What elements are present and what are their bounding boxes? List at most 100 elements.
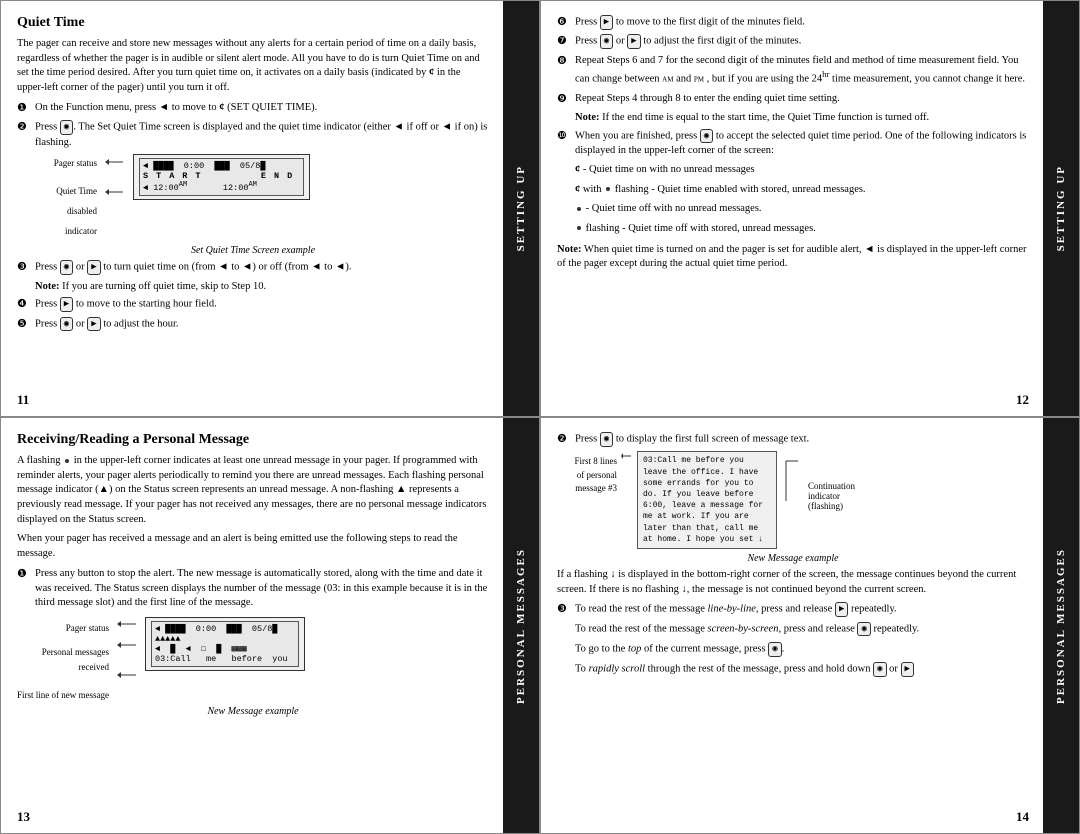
quiet-time-content: Quiet Time The pager can receive and sto… [1, 1, 539, 380]
personal-messages-intro: A flashing in the upper-left corner indi… [17, 454, 489, 527]
setting-step-8: ❽ Repeat Steps 6 and 7 for the second di… [557, 54, 1029, 88]
page-number-12: 12 [1016, 392, 1029, 408]
btn-arrow2: ▶ [60, 297, 73, 312]
panel-personal-messages-left: Receiving/Reading a Personal Message A f… [0, 417, 540, 834]
screen-line-2: START END [143, 171, 300, 181]
indicator-4: flashing - Quiet time off with stored, u… [575, 222, 1029, 237]
message-screen-box: 03:Call me before you leave the office. … [637, 451, 777, 549]
btn-7b: ▶ [627, 34, 640, 49]
personal-messages-right-content: ❷ Press ◉ to display the first full scre… [541, 418, 1079, 797]
setting-up-tab-left: SETTING UP [503, 1, 539, 416]
message-screen-container: First 8 linesof personalmessage #3 03:Ca… [557, 451, 1029, 549]
tab-label-personal-right: PERSONAL MESSAGES [1055, 548, 1067, 704]
quiet-time-step-4: ❹ Press ▶ to move to the starting hour f… [17, 297, 489, 312]
quiet-time-step-3: ❸ Press ◉ or ▶ to turn quiet time on (fr… [17, 260, 489, 275]
page-number-11: 11 [17, 392, 29, 408]
tab-label-personal-left: PERSONAL MESSAGES [515, 548, 527, 704]
msg-line-2: leave the office. I have [643, 467, 771, 478]
indicator-2: ¢ with flashing - Quiet time enabled wit… [575, 183, 1029, 198]
step9-note: Note: If the end time is equal to the st… [575, 111, 1029, 126]
personal-messages-para2: When your pager has received a message a… [17, 532, 489, 561]
indicator-3: - Quiet time off with no unread messages… [575, 202, 1029, 217]
btn-top: ◉ [768, 642, 781, 657]
setting-step-7: ❼ Press ◉ or ▶ to adjust the first digit… [557, 34, 1029, 49]
personal-messages-title: Receiving/Reading a Personal Message [17, 432, 489, 448]
btn-circle: ◉ [60, 260, 73, 275]
btn-circle2: ◉ [60, 317, 73, 332]
msg-line-5: 6:00, leave a message for [643, 500, 771, 511]
diagram-label-personal-msg: Personal messagesreceived [17, 645, 109, 674]
setting-step-9: ❾ Repeat Steps 4 through 8 to enter the … [557, 92, 1029, 107]
msg-line-7: later than that, call me [643, 523, 771, 534]
diagram-label-pager-status2: Pager status [17, 621, 109, 635]
quiet-time-diagram: Pager status Quiet Timedisabledindicator… [17, 154, 489, 241]
button-icon: ◉ [60, 120, 73, 135]
btn-10: ◉ [700, 129, 713, 144]
msg-arrow [621, 451, 633, 461]
btn-7a: ◉ [600, 34, 613, 49]
msg-line-3: some errands for you to [643, 478, 771, 489]
panel-setting-up-right: ❻ Press ▶ to move to the first digit of … [540, 0, 1080, 417]
msg-caption: New Message example [557, 553, 1029, 564]
btn-6: ▶ [600, 15, 613, 30]
continuation-arrow [784, 451, 804, 511]
personal-messages-tab-right: PERSONAL MESSAGES [1043, 418, 1079, 833]
quiet-time-step-1: ❶ On the Function menu, press ◄ to move … [17, 101, 489, 116]
personal-step-3: ❸ To read the rest of the message line-b… [557, 602, 1029, 617]
new-message-screen-inner: ◄ ████ 0:00 ███ 05/8█ ▲▲▲▲▲ ◄ █ ◄ ☐ █ ▦▦… [151, 621, 299, 667]
new-message-screen: ◄ ████ 0:00 ███ 05/8█ ▲▲▲▲▲ ◄ █ ◄ ☐ █ ▦▦… [145, 617, 305, 671]
continuation-label: Continuationindicator(flashing) [808, 481, 855, 511]
diagram-label-quiet-time: Quiet Timedisabledindicator [17, 182, 97, 241]
quiet-time-title: Quiet Time [17, 15, 489, 31]
quiet-time-intro: The pager can receive and store new mess… [17, 37, 489, 96]
screen-box-inner: ◄ ████ 0:00 ███ 05/8█ START END ◄ 12:00A… [139, 158, 304, 196]
nm-line-2: ▲▲▲▲▲ [155, 634, 295, 644]
personal-step-2: ❷ Press ◉ to display the first full scre… [557, 432, 1029, 447]
personal-messages-tab-left: PERSONAL MESSAGES [503, 418, 539, 833]
btn-arrow3: ▶ [87, 317, 100, 332]
nm-line-1: ◄ ████ 0:00 ███ 05/8█ [155, 624, 295, 634]
step3-note: Note: If you are turning off quiet time,… [35, 280, 489, 295]
screen-line-3: ◄ 12:00AM 12:00AM [143, 181, 300, 193]
quiet-time-step-5: ❺ Press ◉ or ▶ to adjust the hour. [17, 317, 489, 332]
btn-scroll2: ▶ [901, 662, 914, 677]
page-number-13: 13 [17, 809, 30, 825]
new-message-screen-box: ◄ ████ 0:00 ███ 05/8█ ▲▲▲▲▲ ◄ █ ◄ ☐ █ ▦▦… [145, 617, 305, 671]
page-number-14: 14 [1016, 809, 1029, 825]
msg-line-6: me at work. If you are [643, 511, 771, 522]
go-to-top-text: To go to the top of the current message,… [575, 642, 1029, 657]
new-message-diagram: Pager status Personal messagesreceived F… [17, 617, 489, 703]
msg-screen-labels: First 8 linesof personalmessage #3 [557, 451, 617, 496]
indicator-1: ¢ - Quiet time on with no unread message… [575, 163, 1029, 178]
rapid-scroll-text: To rapidly scroll through the rest of th… [575, 662, 1029, 677]
msg-line-8: at home. I hope you set ↓ [643, 534, 771, 545]
setting-step-6: ❻ Press ▶ to move to the first digit of … [557, 15, 1029, 30]
screen-by-screen-text: To read the rest of the message screen-b… [575, 622, 1029, 637]
quiet-time-step-2: ❷ Press ◉. The Set Quiet Time screen is … [17, 120, 489, 150]
tab-label-left: SETTING UP [515, 165, 527, 251]
btn-arrow: ▶ [87, 260, 100, 275]
panel-personal-messages-right: ❷ Press ◉ to display the first full scre… [540, 417, 1080, 834]
panel-quiet-time: Quiet Time The pager can receive and sto… [0, 0, 540, 417]
nm-line-4: 03:Call me before you [155, 654, 295, 664]
personal-messages-left-content: Receiving/Reading a Personal Message A f… [1, 418, 539, 797]
tab-label-right: SETTING UP [1055, 165, 1067, 251]
personal-step-1: ❶ Press any button to stop the alert. Th… [17, 567, 489, 611]
new-message-caption: New Message example [17, 706, 489, 717]
msg-label-first8: First 8 linesof personalmessage #3 [557, 455, 617, 496]
setting-up-tab-right: SETTING UP [1043, 1, 1079, 416]
screen-caption: Set Quiet Time Screen example [17, 245, 489, 256]
final-note: Note: When quiet time is turned on and t… [557, 243, 1029, 272]
diagram-label-first-line: First line of new message [17, 688, 109, 702]
setting-up-right-content: ❻ Press ▶ to move to the first digit of … [541, 1, 1079, 380]
btn-lineby: ▶ [835, 602, 848, 617]
flashing-note: If a flashing ↓ is displayed in the bott… [557, 568, 1029, 597]
diagram-arrows-2 [116, 617, 138, 687]
screen-line-1: ◄ ████ 0:00 ███ 05/8█ [143, 161, 300, 171]
screen-box-outer: ◄ ████ 0:00 ███ 05/8█ START END ◄ 12:00A… [133, 154, 310, 200]
msg-line-4: do. If you leave before [643, 489, 771, 500]
quiet-time-screen: ◄ ████ 0:00 ███ 05/8█ START END ◄ 12:00A… [133, 154, 310, 200]
setting-step-10: ❿ When you are finished, press ◉ to acce… [557, 129, 1029, 159]
msg-line-1: 03:Call me before you [643, 455, 771, 466]
btn-screenby: ◉ [857, 622, 870, 637]
